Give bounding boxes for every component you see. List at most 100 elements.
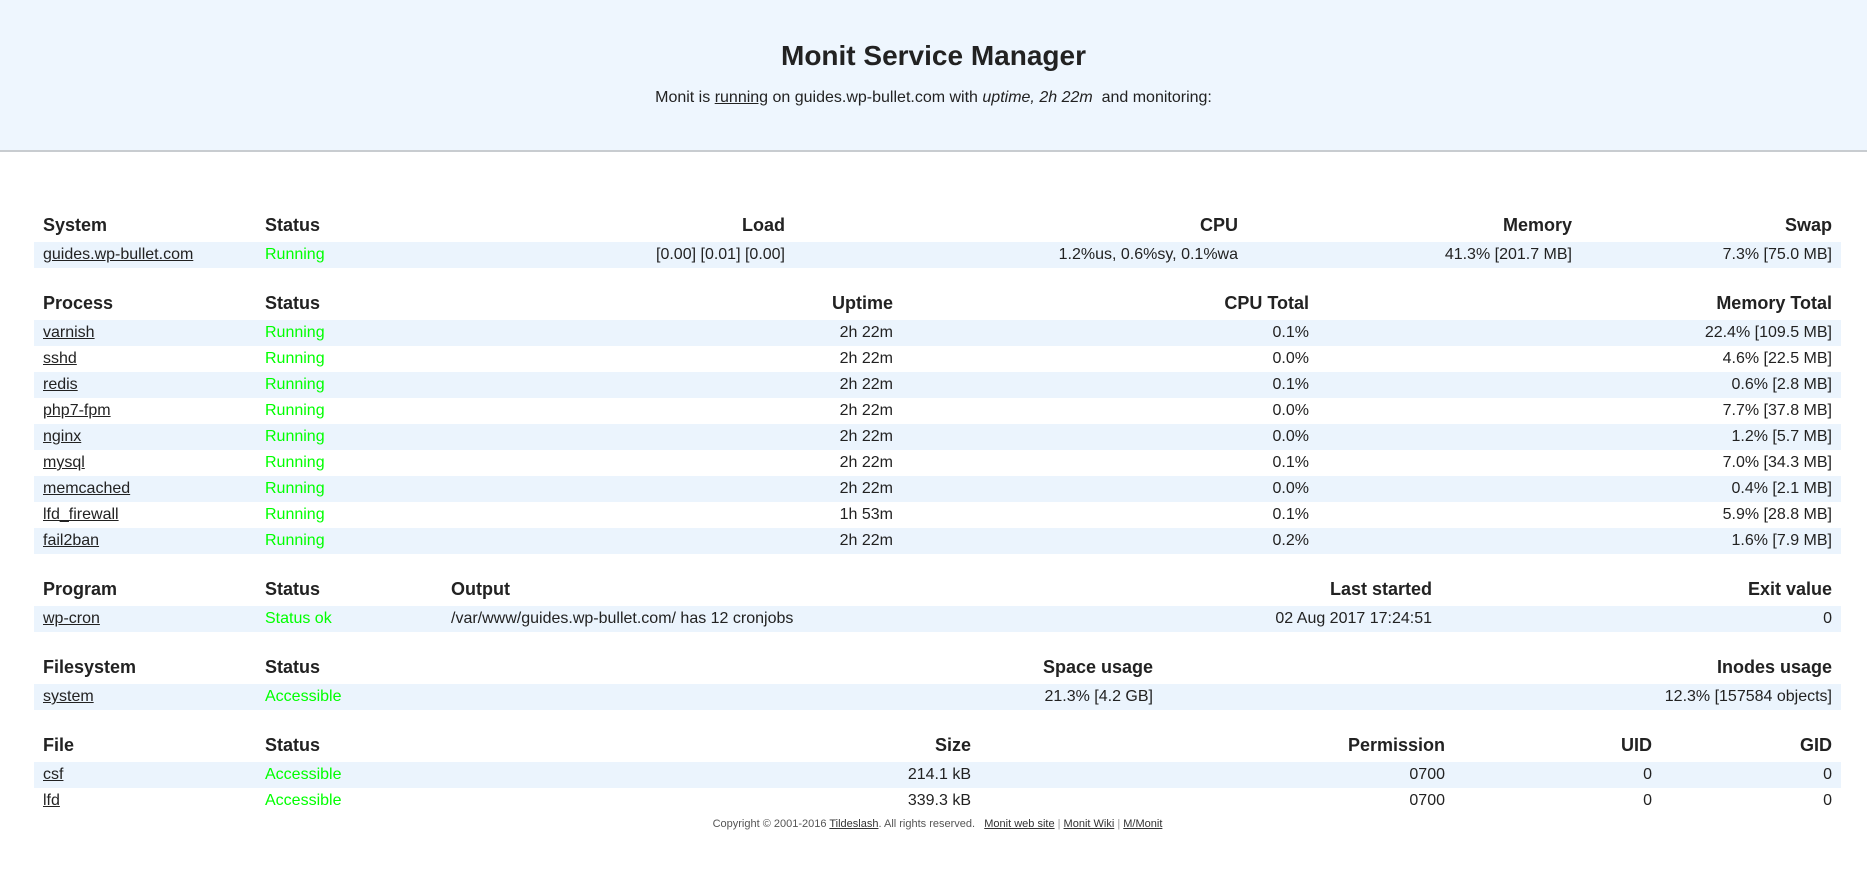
process-name-link[interactable]: fail2ban [43,532,99,549]
footer: Copyright © 2001-2016 Tildeslash. All ri… [34,818,1841,830]
uptime-value: 2h 22m [436,372,902,398]
process-name-link[interactable]: memcached [43,480,130,497]
column-header-output: Output [451,578,510,599]
column-header-process: Process [43,292,114,313]
uptime-value: 2h 22m [839,350,893,367]
uptime-value: 2h 22m [436,320,902,346]
inodes-usage-value: 12.3% [157584 objects] [1162,684,1841,710]
process-name-link-cell: lfd_firewall [34,502,256,528]
process-name-link[interactable]: lfd_firewall [43,506,119,523]
gid-value: 0 [1823,792,1832,809]
file-name-link-cell: lfd [34,788,256,814]
copyright-suffix: . All rights reserved. [878,818,976,830]
table-row: sshd Running 2h 22m 0.0% 4.6% [22.5 MB] [34,346,1841,372]
running-link[interactable]: running [715,89,768,106]
process-name-link-cell: mysql [34,450,256,476]
summary-prefix: Monit is [655,89,711,106]
memory-total-value: 7.7% [37.8 MB] [1722,402,1832,419]
cpu-total-value: 0.2% [902,528,1318,554]
summary-suffix: and monitoring: [1101,89,1212,106]
exit-value: 0 [1441,606,1841,632]
tildeslash-link[interactable]: Tildeslash [829,818,878,830]
permission-value: 0700 [1409,792,1445,809]
program-name-link[interactable]: wp-cron [43,610,100,627]
process-name-link-cell: fail2ban [34,528,256,554]
table-row: memcached Running 2h 22m 0.0% 0.4% [2.1 MB] [34,476,1841,502]
program-table: Program Status Output Last started Exit … [34,572,1841,632]
process-name-link-cell: varnish [34,320,256,346]
process-name-link[interactable]: varnish [43,324,95,341]
load-value: [0.00] [0.01] [0.00] [436,242,794,268]
footer-separator: | [1117,818,1121,830]
table-row: nginx Running 2h 22m 0.0% 1.2% [5.7 MB] [34,424,1841,450]
table-row: redis Running 2h 22m 0.1% 0.6% [2.8 MB] [34,372,1841,398]
cpu-total-value: 0.0% [1272,402,1309,419]
table-header-row: File Status Size Permission UID GID [34,728,1841,762]
uptime-value: 2h 22m [436,476,902,502]
table-row: lfd Accessible 339.3 kB 0700 0 0 [34,788,1841,814]
table-row: system Accessible 21.3% [4.2 GB] 12.3% [… [34,684,1841,710]
cpu-total-value: 0.1% [1272,506,1309,523]
cpu-value: 1.2%us, 0.6%sy, 0.1%wa [794,242,1247,268]
memory-total-value: 5.9% [28.8 MB] [1722,506,1832,523]
monit-wiki-link[interactable]: Monit Wiki [1064,818,1115,830]
permission-value: 0700 [980,762,1454,788]
table-row: csf Accessible 214.1 kB 0700 0 0 [34,762,1841,788]
column-header-cpu: CPU [1199,214,1238,235]
mmonit-link[interactable]: M/Monit [1123,818,1162,830]
memory-total-value: 1.6% [7.9 MB] [1318,528,1841,554]
page-title: Monit Service Manager [781,40,1086,71]
column-header-exit-value: Exit value [1747,578,1832,599]
filesystem-name-link[interactable]: system [43,688,94,705]
file-name-link[interactable]: lfd [43,792,60,809]
monit-status-summary: Monit is running on guides.wp-bullet.com… [0,89,1867,107]
status-text: Accessible [256,762,436,788]
uid-value: 0 [1454,762,1661,788]
summary-middle: on guides.wp-bullet.com with [772,89,978,106]
table-row: guides.wp-bullet.com Running [0.00] [0.0… [34,242,1841,268]
column-header-program: Program [43,578,118,599]
process-name-link-cell: sshd [34,346,256,372]
status-text: Running [256,424,436,450]
system-name-link[interactable]: guides.wp-bullet.com [43,246,193,263]
process-name-link[interactable]: mysql [43,454,85,471]
table-header-row: System Status Load CPU Memory Swap [34,208,1841,242]
status-text: Running [256,528,436,554]
process-table: Process Status Uptime CPU Total Memory T… [34,286,1841,554]
output-value: /var/www/guides.wp-bullet.com/ has 12 cr… [442,606,1042,632]
uptime-value: 2h 22m [839,454,893,471]
table-row: varnish Running 2h 22m 0.1% 22.4% [109.5 MB] [34,320,1841,346]
process-name-link-cell: nginx [34,424,256,450]
footer-separator: | [1057,818,1061,830]
table-row: mysql Running 2h 22m 0.1% 7.0% [34.3 MB] [34,450,1841,476]
memory-total-value: 1.2% [5.7 MB] [1318,424,1841,450]
column-header-status: Status [265,292,321,313]
table-row: php7-fpm Running 2h 22m 0.0% 7.7% [37.8 MB] [34,398,1841,424]
column-header-permission: Permission [1347,734,1445,755]
cpu-total-value: 0.0% [902,424,1318,450]
process-name-link[interactable]: sshd [43,350,77,367]
cpu-total-value: 0.1% [1272,454,1309,471]
column-header-status: Status [265,656,321,677]
column-header-status: Status [265,734,321,755]
status-text: Running [265,402,325,419]
uptime-value: 2h 22m [839,402,893,419]
status-text: Accessible [265,792,342,809]
table-header-row: Program Status Output Last started Exit … [34,572,1841,606]
status-text: Accessible [256,684,436,710]
page-header: Monit Service Manager Monit is running o… [0,0,1867,152]
process-name-link[interactable]: php7-fpm [43,402,111,419]
file-name-link[interactable]: csf [43,766,63,783]
size-value: 339.3 kB [907,792,971,809]
cpu-total-value: 0.0% [902,476,1318,502]
process-name-link-cell: redis [34,372,256,398]
process-name-link-cell: php7-fpm [34,398,256,424]
column-header-load: Load [742,214,785,235]
system-table: System Status Load CPU Memory Swap guide… [34,208,1841,268]
uptime-value: 2h 22m [436,528,902,554]
monit-web-site-link[interactable]: Monit web site [984,818,1054,830]
process-name-link[interactable]: nginx [43,428,81,445]
process-name-link[interactable]: redis [43,376,78,393]
file-table: File Status Size Permission UID GID csf A… [34,728,1841,814]
memory-total-value: 7.0% [34.3 MB] [1722,454,1832,471]
